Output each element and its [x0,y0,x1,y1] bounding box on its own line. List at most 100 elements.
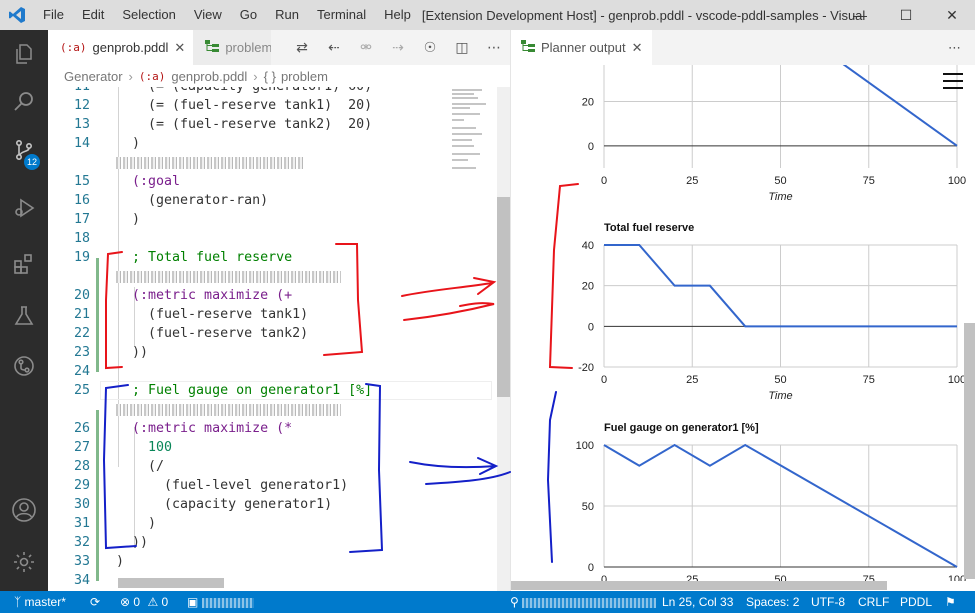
code-lens-redacted [116,404,341,416]
line-number: 26 [73,421,90,436]
source-control-icon[interactable]: 12 [0,126,48,174]
line-number: 16 [73,193,90,208]
code-line: ; Fuel gauge on generator1 [%] [116,383,373,398]
tab-planner-output[interactable]: Planner output ✕ [511,30,653,65]
encoding[interactable]: UTF-8 [811,591,845,613]
x-tick-label: 0 [601,175,607,187]
x-tick-label: 0 [601,374,607,386]
code-line: (:goal [116,174,181,189]
breadcrumb-symbol[interactable]: problem [281,69,328,84]
maximize-icon[interactable]: ☐ [883,0,929,30]
menu-help[interactable]: Help [375,0,420,30]
breadcrumb-file[interactable]: genprob.pddl [171,69,247,84]
line-number: 15 [73,174,90,189]
y-tick-label: 100 [576,440,594,452]
breadcrumb-folder[interactable]: Generator [64,69,123,84]
code-line: (= (fuel-reserve tank1) 20) [116,98,373,113]
git-branch-icon: ᛉ [14,595,22,609]
redacted-status-item: ▣ [187,591,254,613]
account-icon[interactable] [0,486,48,534]
split-editor-icon[interactable]: ◫ [446,39,478,56]
line-number: 25 [73,383,90,398]
breadcrumb: Generator › (:a) genprob.pddl › { } prob… [48,65,510,87]
search-icon[interactable] [0,78,48,126]
code-lens-redacted [116,157,304,169]
go-forward-icon[interactable]: ⇢ [382,39,414,56]
chart-title: Total fuel reserve [604,222,694,234]
horizontal-scrollbar[interactable] [118,578,224,588]
branch-item[interactable]: ᛉ master* [14,591,66,613]
menu-selection[interactable]: Selection [113,0,184,30]
tab-problem[interactable]: problem.. [193,30,272,65]
menu-file[interactable]: File [34,0,73,30]
metric-charts: 0 25 50 75 100 0 20 Time 0 25 50 75 100 40 20 0 -20 Total… [576,65,966,581]
close-icon[interactable]: ✕ [174,40,185,56]
code-lens-redacted [116,271,341,283]
screen-icon: ▣ [187,595,199,609]
code-line: ; Total fuel reserve [116,250,293,265]
go-back-icon[interactable]: ⇠ [318,39,350,56]
code-line: (fuel-level generator1) [116,478,349,493]
menu-edit[interactable]: Edit [73,0,113,30]
vscode-logo-icon [0,0,34,30]
y-tick-label: 40 [582,240,594,252]
end-of-line[interactable]: CRLF [858,591,889,613]
settings-gear-icon[interactable] [0,538,48,586]
x-tick-label: 0 [601,574,607,581]
more-actions-icon[interactable]: ⋯ [948,30,961,65]
editor-group-right: Planner output ✕ ⋯ 0 25 50 75 100 0 20 Time 0 25 5… [511,30,975,591]
run-debug-icon[interactable] [0,184,48,232]
code-line: ) [116,554,125,569]
code-line: (:metric maximize (* [116,421,293,436]
tab-label: Planner output [541,40,626,55]
line-number: 32 [73,535,90,550]
code-line: (/ [116,459,165,474]
line-number: 27 [73,440,90,455]
close-icon[interactable]: ✕ [632,40,643,56]
indentation[interactable]: Spaces: 2 [746,591,799,613]
line-number: 12 [73,98,90,113]
line-number: 34 [73,573,90,588]
notifications-bell-icon[interactable]: ⚑ [945,591,956,613]
pddl-planner-icon[interactable] [0,342,48,390]
extensions-icon[interactable] [0,240,48,288]
line-number: 18 [73,231,90,246]
language-mode[interactable]: PDDL [900,591,932,613]
vertical-scrollbar[interactable] [964,323,975,579]
vertical-scrollbar[interactable] [497,87,510,591]
code-line: (fuel-reserve tank2) [116,326,309,341]
horizontal-scrollbar[interactable] [511,581,887,590]
menu-go[interactable]: Go [231,0,266,30]
braces-icon: { } [263,68,276,84]
x-tick-label: 25 [686,574,698,581]
timeline-dot-icon[interactable]: ⚮ [350,39,382,56]
branch-name: master* [24,595,66,609]
menu-view[interactable]: View [185,0,231,30]
tab-genprob[interactable]: (:a) genprob.pddl ✕ [48,30,194,65]
close-window-icon[interactable]: ✕ [929,0,975,30]
compare-changes-icon[interactable]: ⇄ [286,39,318,56]
y-tick-label: 50 [582,501,594,513]
menu-run[interactable]: Run [266,0,308,30]
minimap[interactable] [448,87,498,187]
y-tick-label: 0 [588,562,594,574]
menu-terminal[interactable]: Terminal [308,0,375,30]
tree-icon [205,40,220,55]
testing-flask-icon[interactable] [0,292,48,340]
code-line: (fuel-reserve tank1) [116,307,309,322]
line-number: 11 [48,87,90,96]
minimize-icon[interactable]: — [837,0,883,30]
problems-item[interactable]: ⊗ 0 ⚠ 0 [120,591,168,613]
open-changes-icon[interactable]: ☉ [414,39,446,56]
error-count: 0 [133,595,141,609]
scrollbar-thumb[interactable] [497,197,510,397]
sync-icon[interactable]: ⟳ [90,591,100,613]
explorer-icon[interactable] [0,30,48,78]
code-editor[interactable]: 11 (= (capacity generator1) 60) 12 (= (f… [48,87,510,591]
code-line: (= (capacity generator1) 60) [116,87,372,96]
cursor-position[interactable]: Ln 25, Col 33 [662,591,733,613]
x-tick-label: 100 [948,175,966,187]
x-tick-label: 75 [863,175,875,187]
hamburger-menu-icon[interactable] [943,73,963,91]
more-actions-icon[interactable]: ⋯ [478,39,510,56]
